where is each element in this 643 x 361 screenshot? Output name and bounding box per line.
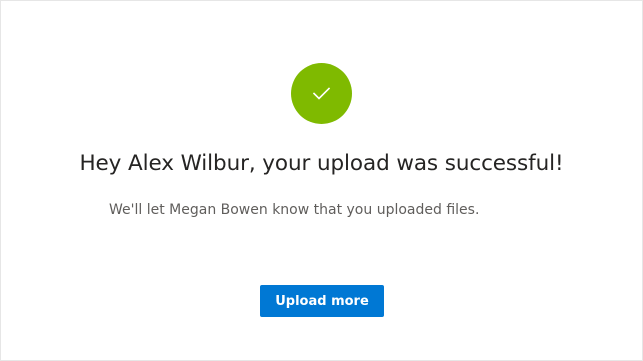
upload-confirmation-card: Hey Alex Wilbur, your upload was success…: [0, 0, 643, 361]
notification-message: We'll let Megan Bowen know that you uplo…: [109, 202, 480, 218]
success-badge: [291, 63, 352, 124]
success-headline: Hey Alex Wilbur, your upload was success…: [79, 151, 564, 176]
checkmark-icon: [313, 87, 330, 100]
upload-more-button[interactable]: Upload more: [260, 285, 384, 317]
